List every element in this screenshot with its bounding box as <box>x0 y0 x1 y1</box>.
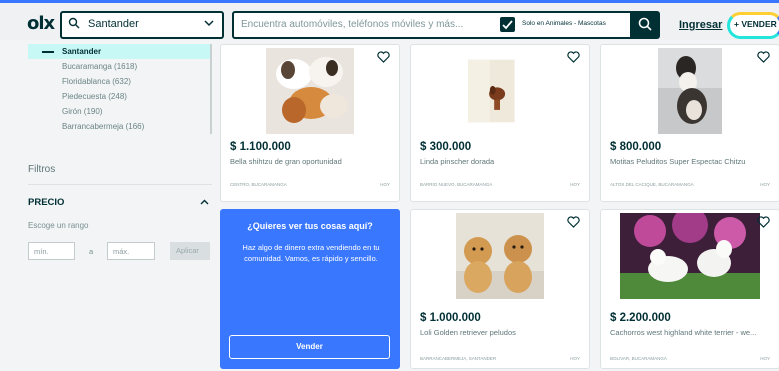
listing-image[interactable] <box>468 48 532 134</box>
divider <box>28 184 212 185</box>
listing-title[interactable]: Cachorros west highland white terrier - … <box>610 328 770 337</box>
range-separator: a <box>89 247 94 256</box>
sidebar: Santander Bucaramanga (1618) Floridablan… <box>0 40 215 371</box>
location-item[interactable]: Piedecuesta (248) <box>28 89 210 104</box>
search-icon <box>638 17 652 31</box>
location-item[interactable]: Girón (190) <box>28 104 210 119</box>
filters-heading: Filtros <box>28 164 56 175</box>
listing-image[interactable] <box>456 213 544 299</box>
checkmark-icon <box>502 20 513 30</box>
listing-card[interactable]: $ 1.100.000 Bella shihtzu de gran oportu… <box>220 44 400 202</box>
listing-date: HOY <box>380 182 390 187</box>
top-header: olx Santander Encuentra automóviles, tel… <box>0 0 779 40</box>
listing-card[interactable]: $ 300.000 Linda pinscher dorada BARRIO N… <box>410 44 590 202</box>
chevron-up-icon[interactable] <box>199 197 210 208</box>
listing-title[interactable]: Bella shihtzu de gran oportunidad <box>230 157 390 166</box>
listing-image[interactable] <box>266 48 354 134</box>
listing-date: HOY <box>760 356 770 361</box>
promo-text: Haz algo de dinero extra vendiendo en tu… <box>242 243 380 263</box>
heart-icon[interactable] <box>757 51 770 63</box>
sell-promo-card: ¿Quieres ver tus cosas aquí? Haz algo de… <box>220 209 400 369</box>
listing-price: $ 2.200.000 <box>610 312 671 324</box>
sell-button[interactable]: + VENDER <box>727 12 779 39</box>
heart-icon[interactable] <box>377 51 390 63</box>
listing-location: BARRANCABERMEJA, SANTANDER <box>420 356 497 361</box>
listing-title[interactable]: Loli Golden retriever peludos <box>420 328 580 337</box>
listing-location: BARRIO NUEVO, BUCARAMANGA <box>420 182 493 187</box>
listing-location: BOLIVAR, BUCARAMANGA <box>610 356 667 361</box>
category-checkbox-label: Solo en Animales - Mascotas <box>522 20 606 27</box>
listing-date: HOY <box>760 182 770 187</box>
min-price-input[interactable]: mín. <box>28 242 75 260</box>
listing-card[interactable]: $ 2.200.000 Cachorros west highland whit… <box>600 209 779 369</box>
price-heading[interactable]: PRECIO <box>28 197 64 208</box>
max-price-input[interactable]: máx. <box>107 242 155 260</box>
listing-date: HOY <box>570 182 580 187</box>
location-item-selected[interactable]: Santander <box>28 44 210 59</box>
promo-sell-button[interactable]: Vender <box>229 335 390 359</box>
location-item[interactable]: Barrancabermeja (166) <box>28 119 210 134</box>
sell-button-label: + VENDER <box>734 19 777 29</box>
listing-title[interactable]: Linda pinscher dorada <box>420 157 580 166</box>
heart-icon[interactable] <box>757 216 770 228</box>
promo-title: ¿Quieres ver tus cosas aquí? <box>247 221 373 231</box>
login-link[interactable]: Ingresar <box>679 19 722 31</box>
listing-date: HOY <box>570 356 580 361</box>
apply-button[interactable]: Aplicar <box>170 242 210 260</box>
listing-image[interactable] <box>620 213 760 299</box>
search-button[interactable] <box>630 11 660 39</box>
location-value: Santander <box>88 18 139 30</box>
search-icon <box>68 17 80 29</box>
listing-price: $ 800.000 <box>610 141 662 153</box>
olx-logo[interactable]: olx <box>27 13 55 34</box>
listing-card[interactable]: $ 800.000 Motitas Peluditos Super Espect… <box>600 44 779 202</box>
listing-location: ALTOS DEL CACIQUE, BUCARAMANGA <box>610 182 694 187</box>
listing-card[interactable]: $ 1.000.000 Loli Golden retriever peludo… <box>410 209 590 369</box>
heart-icon[interactable] <box>567 51 580 63</box>
listing-title[interactable]: Motitas Peluditos Super Espectac Chitzu <box>610 157 770 166</box>
location-item[interactable]: Bucaramanga (1618) <box>28 59 210 74</box>
search-placeholder: Encuentra automóviles, teléfonos móviles… <box>241 19 464 30</box>
heart-icon[interactable] <box>567 216 580 228</box>
location-item-label: Santander <box>62 47 102 56</box>
listing-image[interactable] <box>658 48 722 134</box>
listing-price: $ 1.000.000 <box>420 312 481 324</box>
listing-price: $ 300.000 <box>420 141 472 153</box>
dash-icon <box>42 51 54 53</box>
location-select[interactable]: Santander <box>60 11 224 39</box>
listing-location: CENTRO, BUCARAMANGA <box>230 182 287 187</box>
location-list: Santander Bucaramanga (1618) Floridablan… <box>28 44 212 134</box>
category-checkbox[interactable] <box>500 17 515 32</box>
listing-price: $ 1.100.000 <box>230 141 291 153</box>
chevron-down-icon <box>204 20 214 27</box>
location-item[interactable]: Floridablanca (632) <box>28 74 210 89</box>
range-label: Escoge un rango <box>28 221 89 230</box>
